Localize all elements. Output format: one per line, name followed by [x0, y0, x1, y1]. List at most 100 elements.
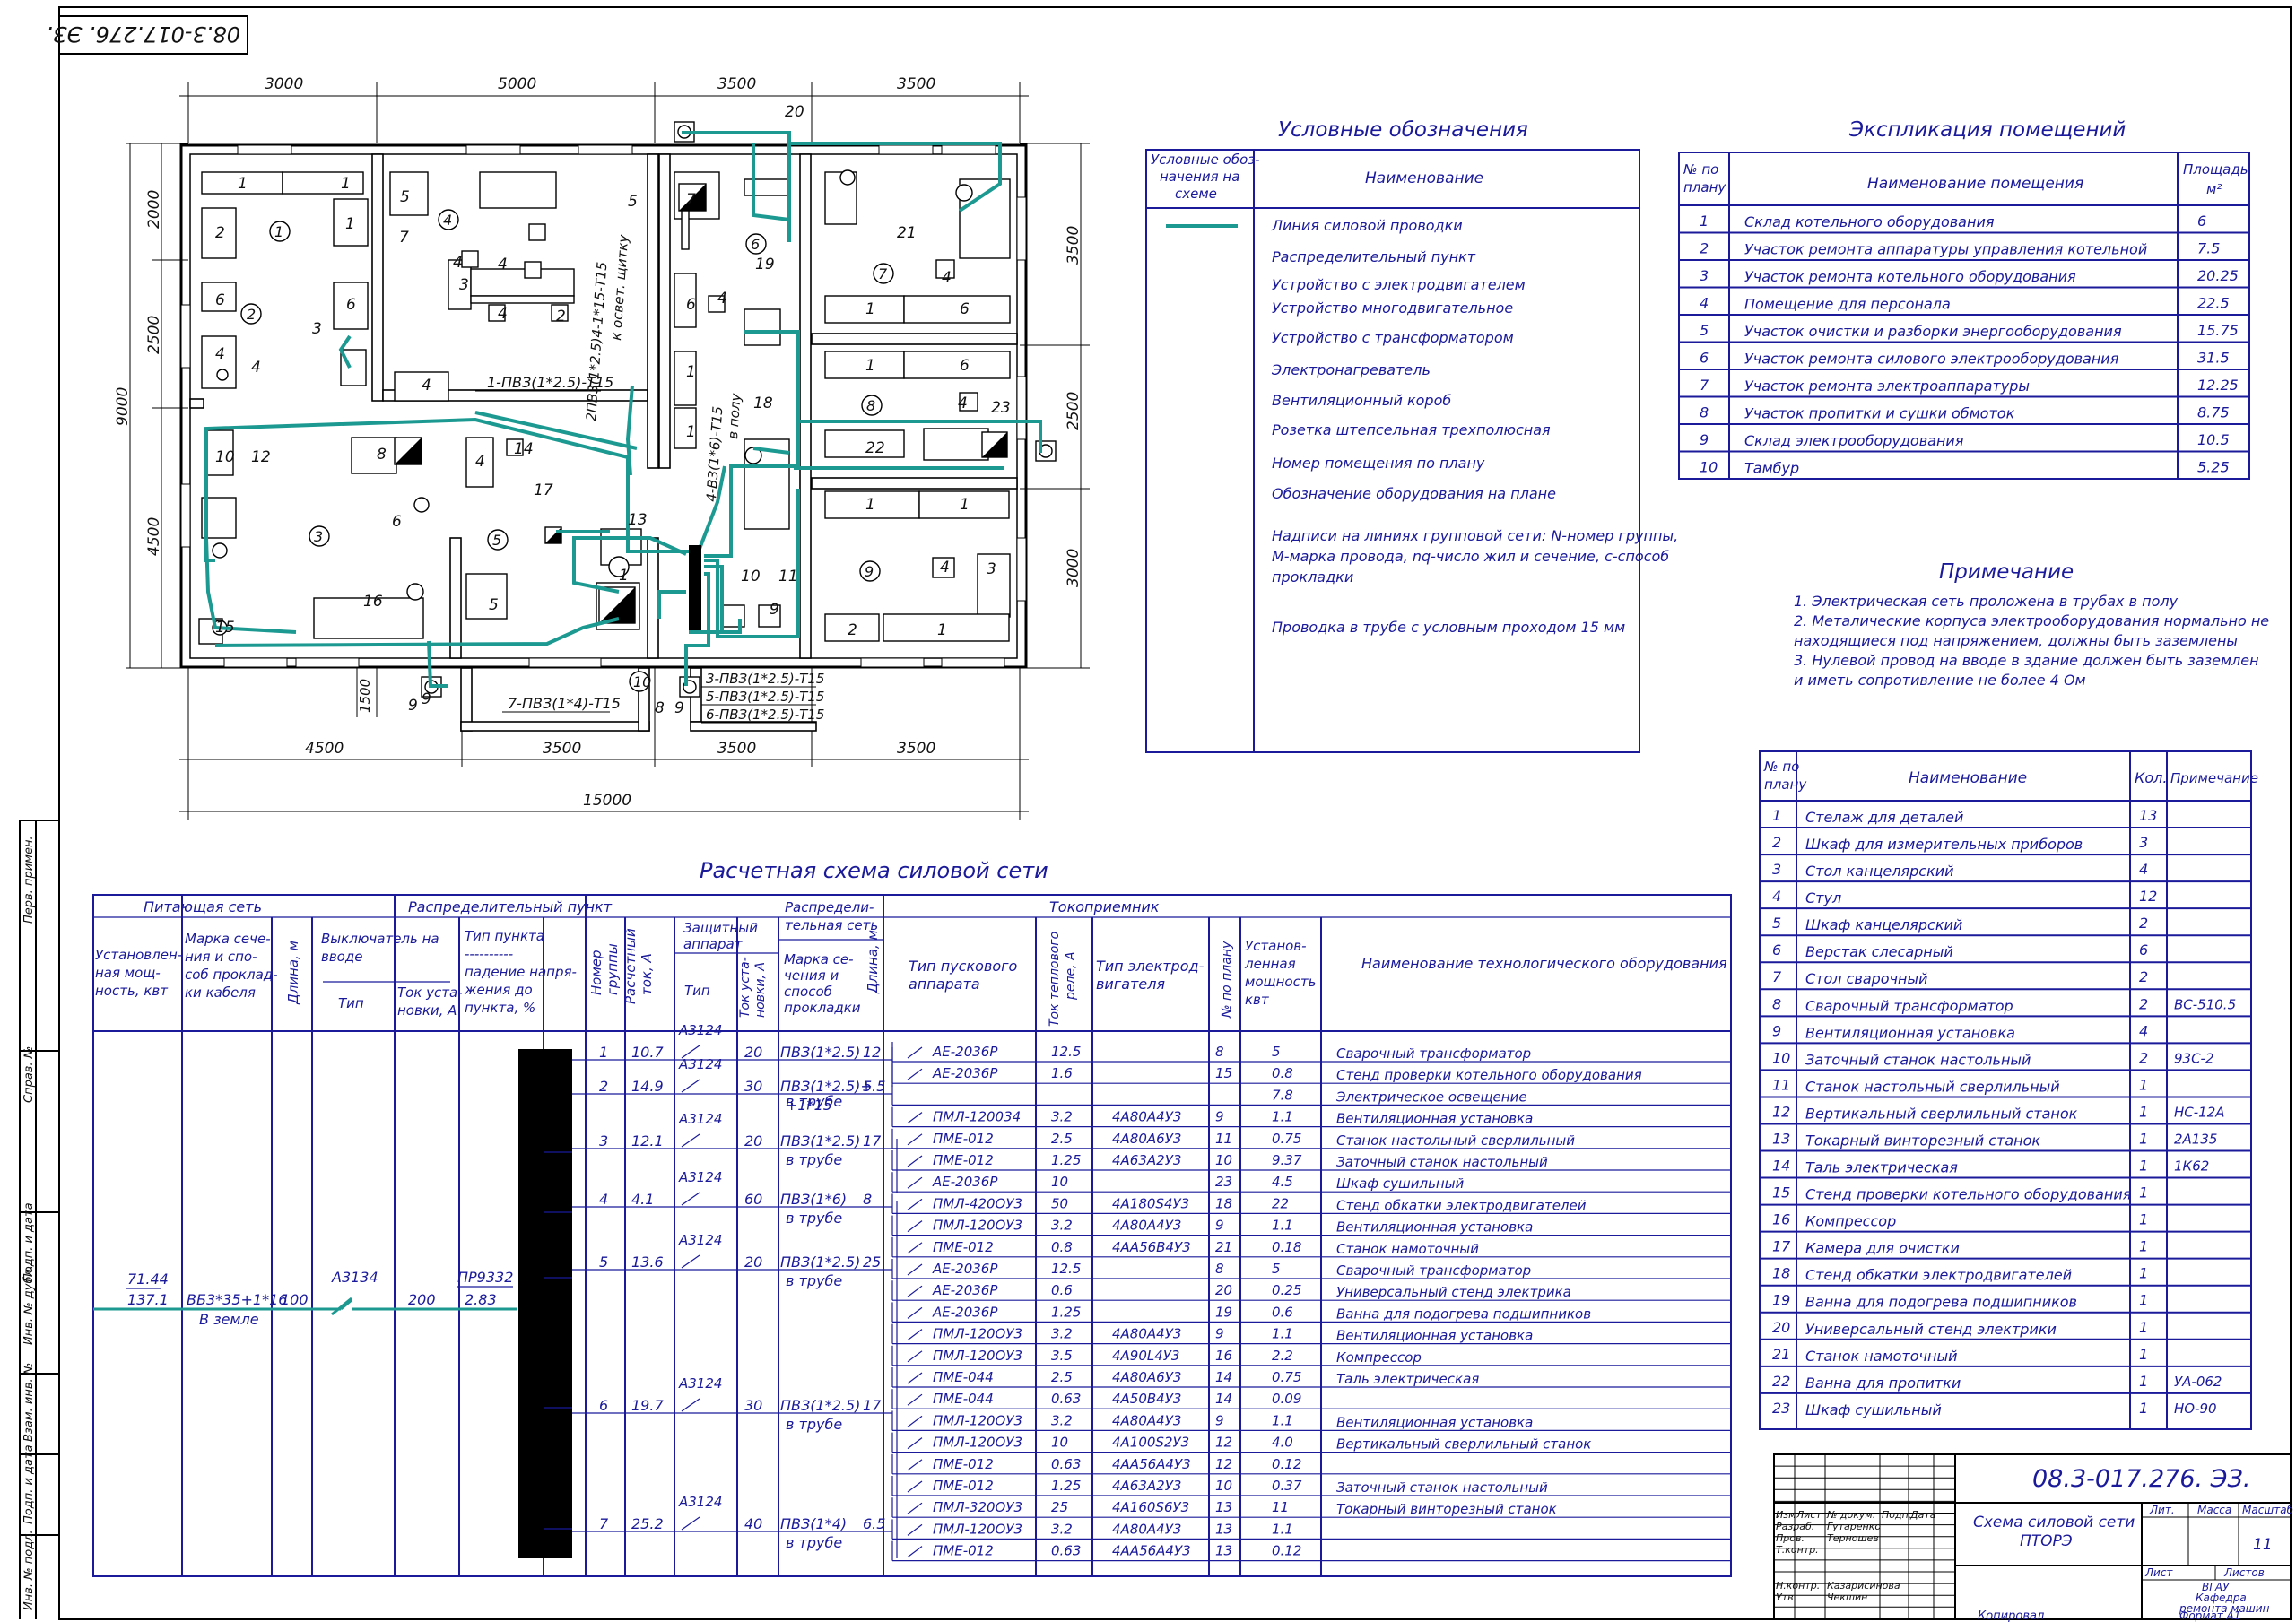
- group-apparatus: А3124: [678, 1056, 722, 1072]
- equipment-outline: [903, 351, 1011, 379]
- equipment-cell: 4: [2139, 1022, 2148, 1039]
- equipment-number: 4: [718, 290, 727, 308]
- consumer-power: 4.0: [1272, 1435, 1293, 1451]
- equipment-cell: 13: [2139, 807, 2157, 824]
- consumer-motor: 4А180S4У3: [1112, 1195, 1189, 1211]
- consumer-relay: 1.25: [1051, 1478, 1081, 1494]
- equipment-number: 15: [215, 619, 235, 637]
- consumer-motor: 4А80А4У3: [1112, 1412, 1181, 1428]
- equipment-cell: 11: [1772, 1076, 1790, 1093]
- group-setting: 60: [744, 1191, 762, 1208]
- breaker-icon: [681, 1254, 700, 1269]
- tb-role: Подп.: [1882, 1509, 1911, 1521]
- legend-item: М-марка провода, nq-число жил и сечение,…: [1272, 548, 1669, 565]
- equipment-table: № по плану Наименование Кол. Примечание …: [1759, 750, 2258, 1430]
- equipment-cell: 1: [2139, 1103, 2148, 1120]
- equipment-number: 1: [619, 567, 629, 585]
- line-label: 4-ВЗ(1*6)-Т15: [703, 405, 726, 502]
- starter-icon: [907, 1437, 923, 1450]
- equipment-hdr: Наименование: [1909, 769, 2027, 787]
- equipment-number: 4: [942, 269, 952, 287]
- line-label: 3-ПВЗ(1*2.5)-Т15: [706, 671, 824, 687]
- starter-icon: [907, 1046, 923, 1059]
- equipment-cell: 23: [1772, 1400, 1790, 1417]
- room-number: 9: [865, 563, 874, 580]
- consumer-plan-no: 15: [1215, 1065, 1232, 1081]
- equipment-cell: 7: [1772, 968, 1782, 985]
- consumer-plan-no: 19: [1215, 1304, 1232, 1320]
- consumer-plan-no: 8: [1215, 1261, 1224, 1277]
- consumer-starter: ПМЕ-012: [933, 1456, 994, 1472]
- consumer-plan-no: 20: [1215, 1282, 1232, 1298]
- tb-head: Масштаб: [2242, 1504, 2294, 1516]
- equipment-cell: 12: [2139, 888, 2157, 905]
- equipment-cell: 2: [1772, 834, 1781, 851]
- equipment-number: 2: [556, 308, 566, 325]
- breaker-icon: [331, 1297, 352, 1316]
- consumer-power: 1.1: [1272, 1109, 1293, 1125]
- equipment-number: 3: [987, 560, 996, 578]
- dim-left-total: 9000: [114, 387, 132, 426]
- group-method: в трубе: [786, 1093, 842, 1110]
- consumer-motor: 4А160S6У3: [1112, 1499, 1189, 1515]
- equipment-number: 6: [686, 296, 696, 314]
- title-block-code: 08.3-017.276. ЭЗ.: [2032, 1465, 2250, 1493]
- equipment-cell: 6: [1772, 941, 1781, 958]
- equipment-cell: Сварочный трансформатор: [1805, 997, 2013, 1014]
- equipment-outline: [524, 261, 542, 279]
- equipment-number: 23: [991, 399, 1011, 417]
- breaker-icon: [681, 1398, 700, 1412]
- equipment-number: 20: [785, 103, 804, 121]
- equipment-cell: 2: [2139, 1049, 2148, 1066]
- equipment-number: 6: [346, 296, 356, 314]
- legend-item: Электронагреватель: [1271, 361, 1431, 378]
- equipment-cell: 1К62: [2174, 1158, 2209, 1175]
- consumer-plan-no: 12: [1215, 1435, 1232, 1451]
- tb-head: Лист: [2144, 1566, 2173, 1579]
- equipment-cell: 1: [2139, 1373, 2148, 1390]
- consumer-relay: 0.63: [1051, 1543, 1081, 1559]
- group-number: 4: [599, 1191, 608, 1208]
- equipment-cell: 1: [2139, 1292, 2148, 1309]
- tb-role: Т.контр.: [1776, 1544, 1819, 1556]
- consumer-relay: 12.5: [1051, 1044, 1081, 1060]
- group-method: в трубе: [786, 1416, 842, 1433]
- equipment-cell: 1: [2139, 1184, 2148, 1201]
- equipment-number: 22: [865, 439, 885, 457]
- consumer-power: 1.1: [1272, 1521, 1293, 1537]
- equipment-hdr: плану: [1764, 776, 1807, 793]
- equipment-cell: НО-90: [2174, 1401, 2217, 1417]
- room-number: 2: [247, 306, 256, 323]
- starter-icon: [907, 1198, 923, 1210]
- consumer-motor: 4А50В4У3: [1112, 1391, 1181, 1407]
- equipment-number: 1: [865, 300, 875, 318]
- consumer-relay: 3.2: [1051, 1326, 1073, 1342]
- corner-stamp-code: 08.3-017.276. ЭЗ.: [47, 22, 240, 47]
- explication-cell: 6: [1700, 350, 1709, 367]
- equipment-number: 4: [958, 395, 968, 412]
- equipment-cell: 14: [1772, 1158, 1790, 1175]
- line-label: 5-ПВЗ(1*2.5)-Т15: [706, 689, 824, 705]
- equipment-number: 4: [453, 254, 463, 272]
- group-wire: ПВЗ(1*2.5): [780, 1044, 860, 1061]
- marker-circle: [406, 583, 424, 601]
- group-length: 5.5: [863, 1078, 885, 1095]
- equipment-number: 9: [422, 690, 431, 708]
- group-current: 19.7: [631, 1397, 664, 1414]
- equipment-cell: Вентиляционная установка: [1805, 1024, 2015, 1041]
- equipment-cell: Вертикальный сверлильный станок: [1805, 1105, 2078, 1122]
- distribution-cabinet-icon: [689, 545, 701, 630]
- equipment-number: 4: [422, 377, 431, 395]
- room-number: 1: [274, 223, 283, 240]
- group-apparatus: А3124: [678, 1111, 722, 1127]
- equipment-cell: Стенд проверки котельного оборудования: [1805, 1186, 2132, 1203]
- group-current: 14.9: [631, 1078, 664, 1095]
- equipment-number: 4: [498, 256, 508, 273]
- group-number: 2: [599, 1078, 608, 1095]
- explication-table: Экспликация помещений № по плану Наимено…: [1678, 118, 2250, 480]
- equipment-cell: Стол канцелярский: [1805, 863, 1954, 880]
- starter-icon: [907, 1393, 923, 1406]
- equipment-number: 9: [770, 601, 779, 619]
- equipment-outline: [470, 268, 575, 297]
- equipment-cell: 1: [2139, 1319, 2148, 1336]
